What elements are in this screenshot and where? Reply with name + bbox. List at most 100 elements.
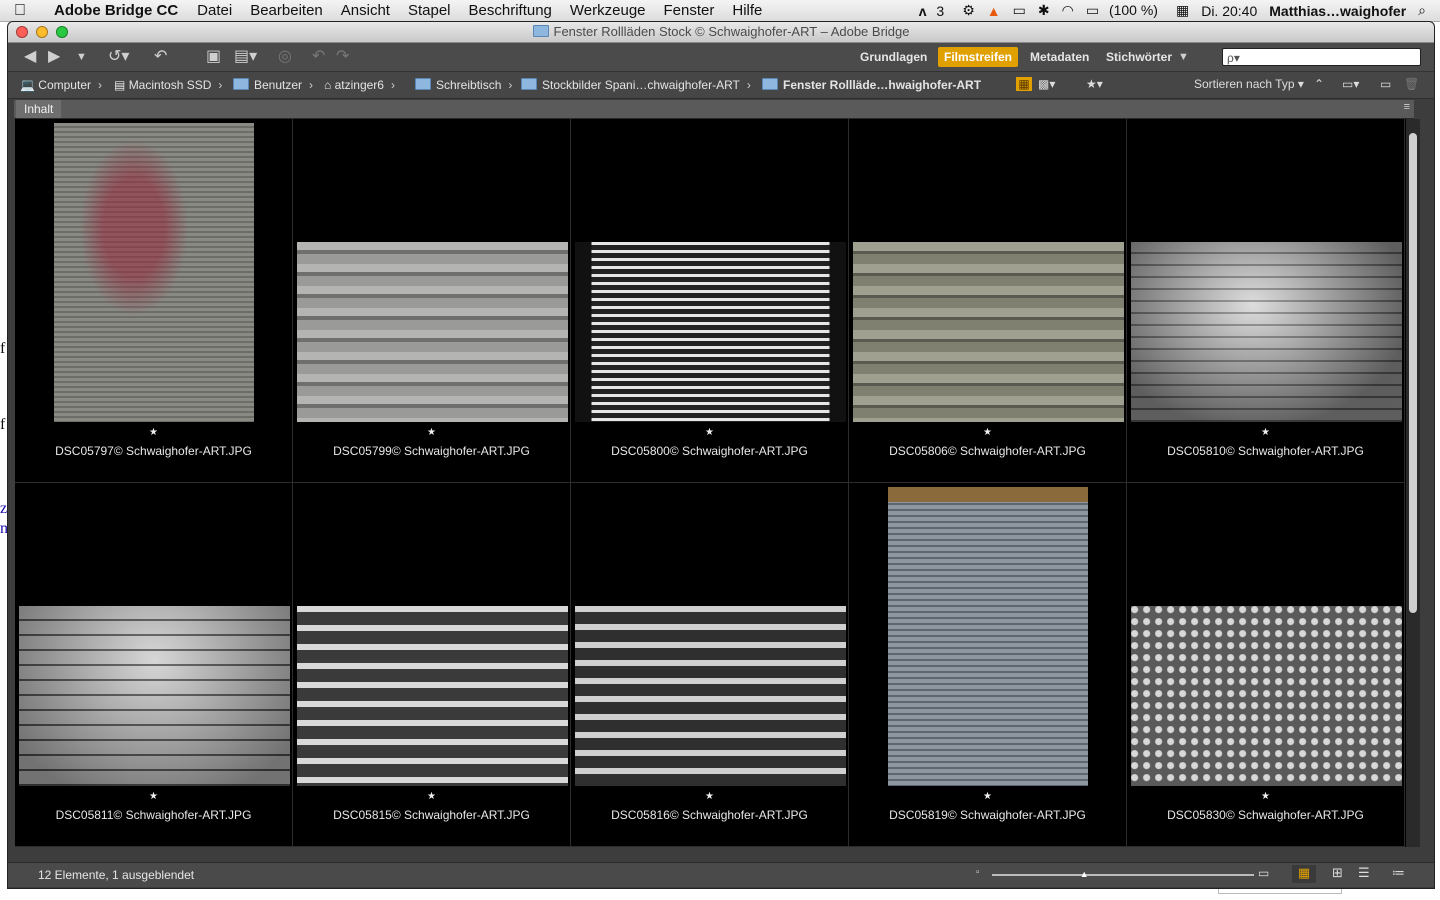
quality-toggle-icon[interactable]: ▦	[1016, 77, 1032, 91]
vlc-icon[interactable]: ▲	[981, 3, 1007, 19]
apple-menu-icon[interactable]: 	[0, 2, 40, 20]
content-grid[interactable]: ★ DSC05797© Schwaighofer-ART.JPG ★ DSC05799…	[15, 119, 1406, 847]
sort-dropdown[interactable]: Sortieren nach Typ ▾	[1194, 77, 1304, 91]
spotlight-search-icon[interactable]: ⌕	[1412, 2, 1440, 19]
user-menu[interactable]: Matthias…waighofer	[1263, 3, 1412, 19]
menu-fenster[interactable]: Fenster	[655, 2, 724, 19]
sync-icon[interactable]: ⚙	[956, 2, 981, 19]
recent-dropdown-icon[interactable]: ▼	[76, 48, 87, 66]
thumbnail-image[interactable]	[888, 487, 1088, 786]
back-arrow-icon[interactable]: ◀	[24, 48, 36, 66]
thumbnail-cell[interactable]: ★ DSC05815© Schwaighofer-ART.JPG	[293, 483, 571, 847]
thumbnail-cell[interactable]: ★ DSC05810© Schwaighofer-ART.JPG	[1127, 119, 1405, 483]
thumbnail-cell[interactable]: ★ DSC05819© Schwaighofer-ART.JPG	[849, 483, 1127, 847]
thumbnail-size-slider[interactable]: ▲	[992, 869, 1254, 879]
view-grid-lock-icon[interactable]: ▦	[1292, 865, 1316, 883]
view-thumbnails-icon[interactable]: ⊞	[1332, 865, 1343, 881]
file-name-label[interactable]: DSC05816© Schwaighofer-ART.JPG	[571, 808, 848, 822]
thumbnail-image[interactable]	[853, 242, 1124, 422]
rating-star-icon[interactable]: ★	[849, 427, 1126, 438]
thumbnail-cell[interactable]: ★ DSC05799© Schwaighofer-ART.JPG	[293, 119, 571, 483]
view-list-icon[interactable]: ≔	[1392, 865, 1405, 881]
vertical-scrollbar[interactable]	[1406, 119, 1420, 847]
file-name-label[interactable]: DSC05811© Schwaighofer-ART.JPG	[15, 808, 292, 822]
rating-star-icon[interactable]: ★	[15, 427, 292, 438]
boomerang-icon[interactable]: ↶	[154, 48, 167, 66]
workspace-grundlagen[interactable]: Grundlagen	[854, 47, 933, 67]
rating-star-icon[interactable]: ★	[293, 791, 570, 802]
thumbnail-cell[interactable]: ★ DSC05800© Schwaighofer-ART.JPG	[571, 119, 849, 483]
rating-star-icon[interactable]: ★	[1127, 427, 1404, 438]
rating-star-icon[interactable]: ★	[15, 791, 292, 802]
thumbnail-cell[interactable]: ★ DSC05830© Schwaighofer-ART.JPG	[1127, 483, 1405, 847]
return-to-app-icon[interactable]: ↺▾	[108, 48, 129, 66]
thumbnail-image[interactable]	[297, 242, 568, 422]
file-name-label[interactable]: DSC05797© Schwaighofer-ART.JPG	[15, 444, 292, 458]
thumbnail-image[interactable]	[54, 123, 254, 422]
workspace-metadaten[interactable]: Metadaten	[1024, 47, 1095, 67]
refine-icon[interactable]: ▤▾	[234, 48, 257, 66]
rating-star-icon[interactable]: ★	[293, 427, 570, 438]
thumbnail-cell[interactable]: ★ DSC05806© Schwaighofer-ART.JPG	[849, 119, 1127, 483]
thumbnail-cell[interactable]: ★ DSC05797© Schwaighofer-ART.JPG	[15, 119, 293, 483]
file-name-label[interactable]: DSC05800© Schwaighofer-ART.JPG	[571, 444, 848, 458]
thumbnail-cell[interactable]: ★ DSC05811© Schwaighofer-ART.JPG	[15, 483, 293, 847]
menu-datei[interactable]: Datei	[188, 2, 241, 19]
search-input[interactable]: ρ▾	[1222, 48, 1421, 66]
thumbnail-image[interactable]	[575, 606, 846, 786]
panel-menu-icon[interactable]: ≡	[1404, 101, 1410, 113]
open-in-camera-raw-icon[interactable]: ◎	[278, 48, 292, 66]
menu-stapel[interactable]: Stapel	[399, 2, 460, 19]
breadcrumb-stockbilder[interactable]: Stockbilder Spani…chwaighofer-ART ›	[521, 78, 758, 92]
battery-icon[interactable]: ▭ (100 %)	[1080, 2, 1170, 19]
workspace-stichwoerter[interactable]: Stichwörter	[1100, 47, 1178, 67]
breadcrumb-computer[interactable]: 💻 Computer ›	[20, 78, 109, 92]
app-menu[interactable]: Adobe Bridge CC	[40, 2, 188, 19]
adobe-indicator[interactable]: ʌ 3	[913, 3, 956, 19]
clock[interactable]: Di. 20:40	[1195, 3, 1263, 19]
rating-star-icon[interactable]: ★	[571, 791, 848, 802]
thumbnail-cell[interactable]: ★ DSC05816© Schwaighofer-ART.JPG	[571, 483, 849, 847]
file-name-label[interactable]: DSC05830© Schwaighofer-ART.JPG	[1127, 808, 1404, 822]
menu-werkzeuge[interactable]: Werkzeuge	[561, 2, 655, 19]
calendar-icon[interactable]: ▦	[1170, 2, 1195, 19]
tab-inhalt[interactable]: Inhalt	[16, 100, 62, 118]
rotate-right-icon[interactable]: ↷	[336, 48, 349, 66]
open-recent-folder-icon[interactable]: ▭▾	[1342, 77, 1359, 91]
thumbnail-image[interactable]	[1131, 606, 1402, 786]
slider-knob[interactable]: ▲	[1080, 869, 1089, 879]
rotate-left-icon[interactable]: ↶	[312, 48, 325, 66]
wifi-icon[interactable]: ◠	[1056, 2, 1080, 19]
sort-ascending-icon[interactable]: ⌃	[1314, 77, 1324, 91]
bluetooth-icon[interactable]: ✱	[1032, 2, 1056, 19]
file-name-label[interactable]: DSC05819© Schwaighofer-ART.JPG	[849, 808, 1126, 822]
rating-star-icon[interactable]: ★	[571, 427, 848, 438]
menu-hilfe[interactable]: Hilfe	[723, 2, 771, 19]
file-name-label[interactable]: DSC05806© Schwaighofer-ART.JPG	[849, 444, 1126, 458]
file-name-label[interactable]: DSC05815© Schwaighofer-ART.JPG	[293, 808, 570, 822]
file-name-label[interactable]: DSC05810© Schwaighofer-ART.JPG	[1127, 444, 1404, 458]
thumbnail-image[interactable]	[575, 242, 846, 422]
camera-import-icon[interactable]: ▣	[206, 48, 221, 66]
thumbnail-image[interactable]	[1131, 242, 1402, 422]
delete-icon[interactable]: 🗑	[1404, 77, 1419, 91]
breadcrumb-schreibtisch[interactable]: Schreibtisch ›	[415, 78, 519, 92]
zoom-in-icon[interactable]: ▭	[1258, 866, 1269, 880]
view-details-icon[interactable]: ☰	[1358, 865, 1370, 881]
thumbnail-image[interactable]	[19, 606, 290, 786]
breadcrumb-macintosh-ssd[interactable]: ▤ Macintosh SSD ›	[114, 78, 229, 92]
background-link-fragment[interactable]: n	[0, 520, 8, 538]
filter-rating-star-icon[interactable]: ★▾	[1086, 77, 1103, 91]
menu-bearbeiten[interactable]: Bearbeiten	[241, 2, 332, 19]
thumbnail-quality-icon[interactable]: ▩▾	[1038, 77, 1055, 91]
workspace-dropdown-icon[interactable]: ▼	[1178, 48, 1189, 66]
new-folder-icon[interactable]: ▭	[1380, 77, 1391, 91]
thumbnail-image[interactable]	[297, 606, 568, 786]
menu-ansicht[interactable]: Ansicht	[332, 2, 399, 19]
breadcrumb-current-folder[interactable]: Fenster Rollläde…hwaighofer-ART	[762, 78, 981, 92]
forward-arrow-icon[interactable]: ▶	[48, 48, 60, 66]
breadcrumb-atzinger6[interactable]: ⌂ atzinger6 ›	[324, 78, 402, 92]
scrollbar-thumb[interactable]	[1409, 133, 1417, 613]
rating-star-icon[interactable]: ★	[1127, 791, 1404, 802]
workspace-filmstreifen[interactable]: Filmstreifen	[938, 47, 1019, 67]
